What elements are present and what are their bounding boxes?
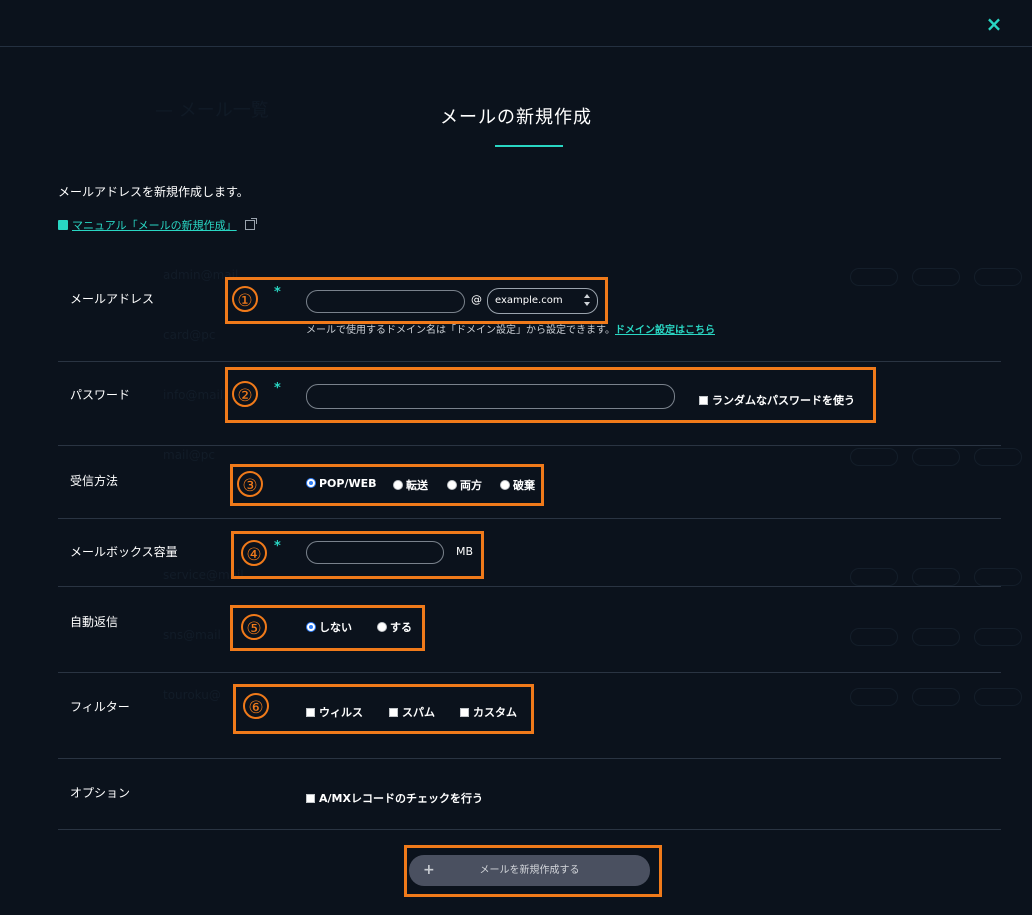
close-icon[interactable]: ×	[982, 10, 1006, 38]
checkbox-box[interactable]	[389, 708, 398, 717]
password-label: パスワード	[70, 388, 131, 402]
domain-hint-text: メールで使用するドメイン名は「ドメイン設定」から設定できます。	[306, 325, 615, 336]
autoreply-option-off[interactable]: しない	[306, 619, 352, 635]
filter-option-custom[interactable]: カスタム	[460, 704, 517, 720]
receive-option-pop-web[interactable]: POP/WEB	[306, 477, 377, 490]
radio-button[interactable]	[393, 480, 403, 490]
radio-button[interactable]	[500, 480, 510, 490]
filter-option-spam[interactable]: スパム	[389, 704, 435, 720]
filter-label: フィルター	[70, 700, 130, 714]
filter-option-label: カスタム	[473, 706, 517, 719]
background-row: card@pc	[163, 328, 216, 342]
create-mail-button-label: メールを新規作成する	[479, 865, 580, 876]
manual-link-label[interactable]: マニュアル「メールの新規作成」	[72, 217, 237, 233]
row-divider	[58, 586, 1001, 587]
required-mark: *	[274, 285, 281, 300]
marker-number-4: ④	[241, 540, 267, 566]
mailbox-label: メールボックス容量	[70, 545, 178, 559]
email-label: メールアドレス	[70, 292, 155, 306]
manual-link[interactable]: マニュアル「メールの新規作成」	[58, 217, 257, 233]
background-row: mail@pc	[163, 448, 215, 462]
marker-number-3: ③	[237, 471, 263, 497]
domain-settings-link[interactable]: ドメイン設定はこちら	[615, 325, 715, 336]
radio-button[interactable]	[306, 622, 316, 632]
external-link-icon	[244, 218, 257, 230]
create-mail-button[interactable]: + メールを新規作成する	[409, 855, 650, 886]
required-mark: *	[274, 539, 281, 554]
marker-number-1: ①	[232, 286, 258, 312]
title-underline	[495, 145, 563, 147]
checkbox-box[interactable]	[306, 794, 315, 803]
mailbox-size-input[interactable]	[306, 541, 444, 564]
marker-number-5: ⑤	[241, 614, 267, 640]
option-label: オプション	[70, 786, 131, 800]
checkbox-box[interactable]	[699, 396, 708, 405]
receive-option-label: 転送	[406, 479, 428, 492]
domain-select[interactable]: example.com	[487, 288, 598, 314]
marker-number-6: ⑥	[243, 693, 269, 719]
header-divider	[0, 46, 1032, 47]
mx-check-label: A/MXレコードのチェックを行う	[319, 792, 483, 805]
receive-option-forward[interactable]: 転送	[393, 477, 428, 493]
radio-button[interactable]	[447, 480, 457, 490]
receive-option-both[interactable]: 両方	[447, 477, 482, 493]
intro-text: メールアドレスを新規作成します。	[58, 185, 249, 199]
domain-hint: メールで使用するドメイン名は「ドメイン設定」から設定できます。ドメイン設定はこち…	[306, 321, 715, 336]
checkbox-box[interactable]	[460, 708, 469, 717]
filter-option-label: スパム	[402, 706, 435, 719]
row-divider	[58, 361, 1001, 362]
marker-box-3	[230, 464, 544, 506]
autoreply-option-on[interactable]: する	[377, 619, 412, 635]
autoreply-option-label: しない	[319, 621, 352, 634]
radio-button[interactable]	[306, 478, 316, 488]
background-row: sns@mail	[163, 628, 221, 642]
email-local-input[interactable]	[306, 290, 465, 313]
row-divider	[58, 672, 1001, 673]
radio-button[interactable]	[377, 622, 387, 632]
at-sign: @	[471, 293, 482, 306]
row-divider	[58, 758, 1001, 759]
mx-check-option[interactable]: A/MXレコードのチェックを行う	[306, 790, 483, 806]
receive-option-label: POP/WEB	[319, 477, 377, 490]
plus-icon: +	[423, 862, 435, 878]
password-input[interactable]	[306, 384, 675, 409]
row-divider	[58, 445, 1001, 446]
receive-option-label: 両方	[460, 479, 482, 492]
modal-title: メールの新規作成	[440, 107, 592, 128]
autoreply-label: 自動返信	[70, 615, 119, 629]
random-password-label: ランダムなパスワードを使う	[712, 394, 855, 407]
receive-option-label: 破棄	[513, 479, 535, 492]
random-password-checkbox[interactable]: ランダムなパスワードを使う	[699, 392, 855, 408]
background-page: — メール一覧 admin@mail card@pc info@mail mai…	[0, 0, 1032, 915]
required-mark: *	[274, 381, 281, 396]
background-row: info@mail	[163, 388, 224, 402]
receive-label: 受信方法	[70, 474, 119, 488]
marker-number-2: ②	[232, 381, 258, 407]
autoreply-option-label: する	[390, 621, 412, 634]
mailbox-unit: MB	[456, 545, 474, 558]
filter-option-virus[interactable]: ウィルス	[306, 704, 363, 720]
filter-option-label: ウィルス	[319, 706, 363, 719]
row-divider	[58, 518, 1001, 519]
background-row: touroku@	[163, 688, 221, 702]
select-arrows-icon	[584, 293, 590, 307]
book-icon	[58, 220, 68, 230]
row-divider	[58, 829, 1001, 830]
receive-option-discard[interactable]: 破棄	[500, 477, 535, 493]
domain-select-value: example.com	[495, 295, 563, 306]
checkbox-box[interactable]	[306, 708, 315, 717]
